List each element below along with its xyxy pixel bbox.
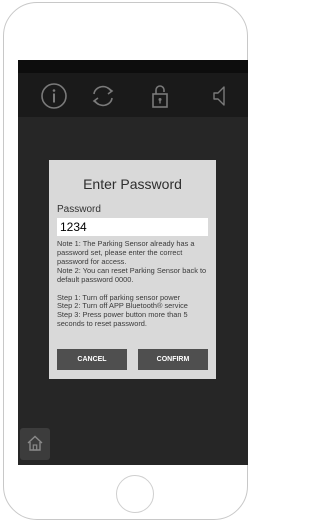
- status-bar: [18, 60, 248, 73]
- sync-icon[interactable]: [88, 81, 118, 111]
- info-icon[interactable]: [39, 81, 69, 111]
- dialog-notes: Note 1: The Parking Sensor already has a…: [57, 239, 208, 329]
- password-input[interactable]: [57, 218, 208, 236]
- step-3: Step 3: Press power button more than 5 s…: [57, 310, 188, 329]
- home-button[interactable]: [20, 428, 50, 460]
- note-2: Note 2: You can reset Parking Sensor bac…: [57, 265, 207, 284]
- home-icon: [27, 435, 43, 451]
- toolbar: [18, 73, 248, 117]
- note-1: Note 1: The Parking Sensor already has a…: [57, 239, 195, 266]
- lock-icon[interactable]: [145, 81, 175, 111]
- dialog-buttons: CANCEL CONFIRM: [57, 349, 208, 370]
- confirm-button[interactable]: CONFIRM: [138, 349, 208, 370]
- cancel-button[interactable]: CANCEL: [57, 349, 127, 370]
- password-label: Password: [57, 204, 101, 215]
- app-screen: Enter Password Password Note 1: The Park…: [18, 60, 248, 465]
- speaker-icon[interactable]: [204, 81, 234, 111]
- physical-home-button[interactable]: [116, 475, 154, 513]
- dialog-title: Enter Password: [83, 176, 182, 192]
- password-dialog: Enter Password Password Note 1: The Park…: [49, 160, 216, 379]
